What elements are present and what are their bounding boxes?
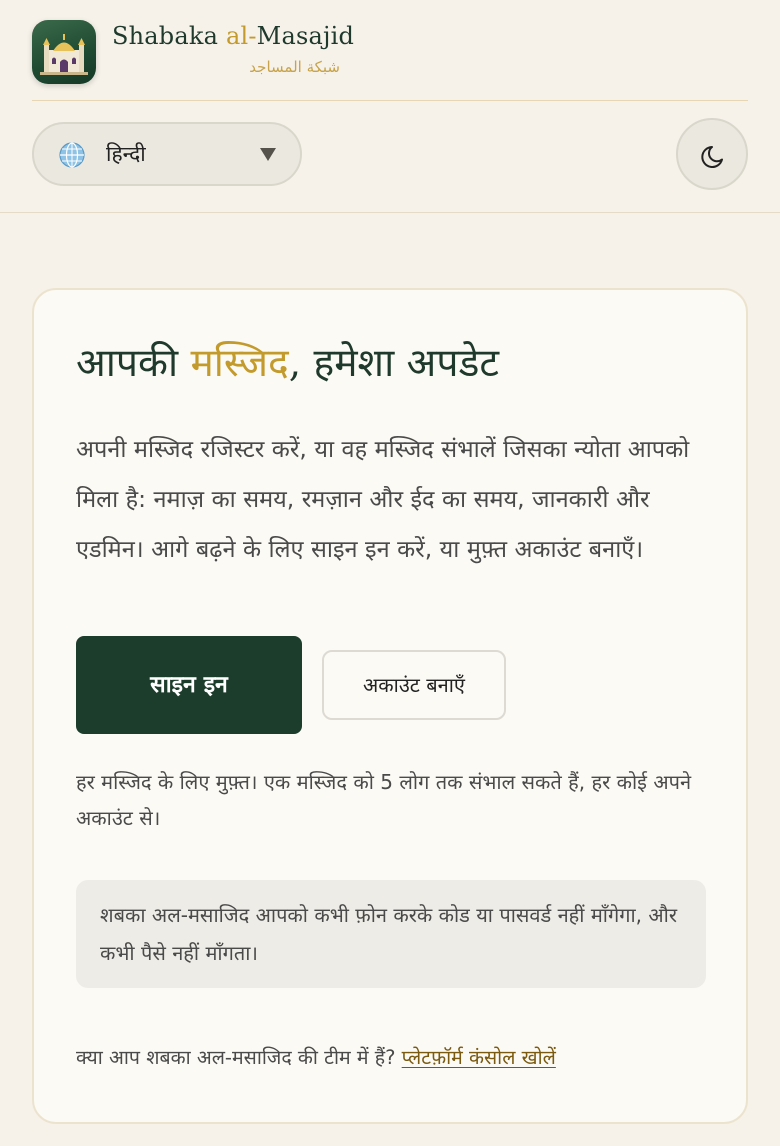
header-divider bbox=[32, 100, 748, 101]
page-title: आपकी मस्जिद, हमेशा अपडेट bbox=[76, 336, 716, 392]
headline-accent: मस्जिद bbox=[190, 341, 289, 386]
language-select[interactable]: हिन्दी bbox=[32, 122, 302, 186]
brand-name-accent: al- bbox=[225, 22, 257, 50]
intro-text: अपनी मस्जिद रजिस्टर करें, या वह मस्जिद स… bbox=[76, 435, 690, 563]
team-console-line: क्या आप शबका अल-मसाजिद की टीम में हैं? प… bbox=[76, 1040, 736, 1076]
team-question: क्या आप शबका अल-मसाजिद की टीम में हैं? bbox=[76, 1046, 396, 1069]
platform-console-link[interactable]: प्लेटफ़ॉर्म कंसोल खोलें bbox=[402, 1046, 556, 1069]
brand-name: Shabaka al-Masajid bbox=[112, 22, 354, 50]
top-bar: Shabaka al-Masajid شبكة المساجد हिन्दी bbox=[0, 0, 780, 213]
create-account-button[interactable]: अकाउंट बनाएँ bbox=[322, 650, 506, 720]
security-notice: शबका अल-मसाजिद आपको कभी फ़ोन करके कोड या… bbox=[76, 880, 706, 988]
theme-toggle-button[interactable] bbox=[676, 118, 748, 190]
headline-part2: , हमेशा अपडेट bbox=[288, 341, 500, 386]
caret-down-icon bbox=[260, 148, 276, 161]
language-select-value: हिन्दी bbox=[106, 142, 146, 166]
sign-in-button[interactable]: साइन इन bbox=[76, 636, 302, 734]
globe-icon bbox=[58, 141, 86, 169]
brand-name-part2: Masajid bbox=[256, 22, 355, 50]
welcome-card: आपकी मस्जिद, हमेशा अपडेट अपनी मस्जिद रजि… bbox=[32, 288, 748, 1124]
headline-part1: आपकी bbox=[76, 341, 191, 386]
free-usage-note: हर मस्जिद के लिए मुफ़्त। एक मस्जिद को 5 … bbox=[76, 770, 692, 830]
brand-name-part1: Shabaka bbox=[112, 22, 226, 50]
moon-icon bbox=[700, 142, 728, 170]
brand-arabic-name: شبكة المساجد bbox=[249, 58, 340, 76]
security-notice-text: शबका अल-मसाजिद आपको कभी फ़ोन करके कोड या… bbox=[100, 903, 678, 965]
mosque-logo-icon bbox=[32, 20, 96, 84]
